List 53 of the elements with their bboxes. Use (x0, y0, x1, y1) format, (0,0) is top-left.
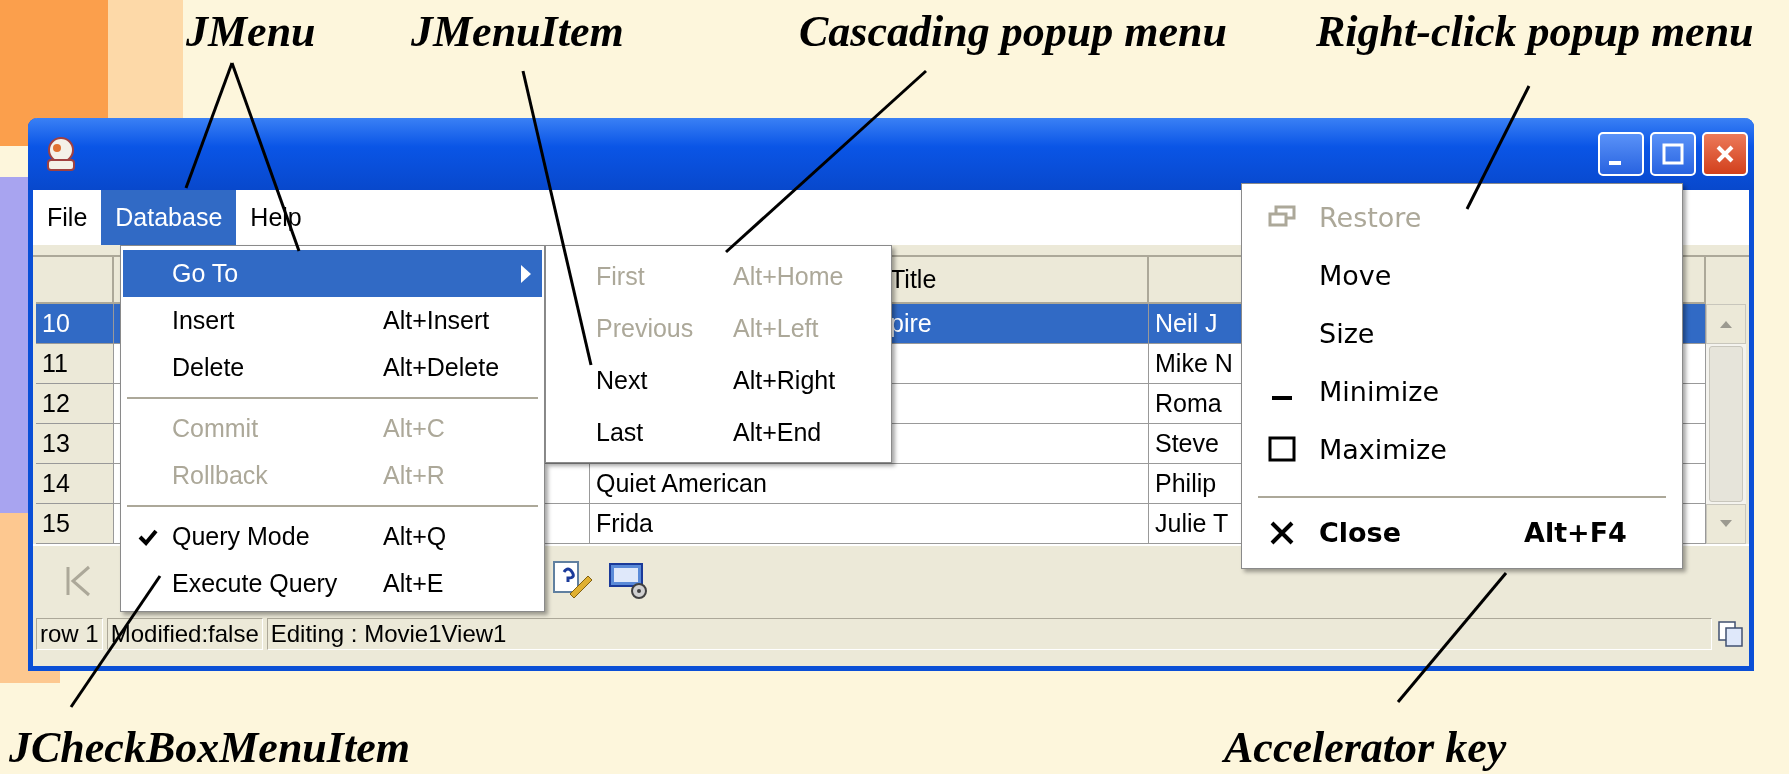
shortcut-text: Alt+Left (733, 313, 820, 343)
close-button[interactable] (1702, 132, 1748, 176)
menu-item[interactable]: Last Alt+End (548, 406, 889, 458)
menu-item[interactable]: Insert Alt+Insert (123, 297, 542, 344)
maximize-icon (1266, 435, 1297, 463)
annotation-label: Cascading popup menu (799, 10, 1227, 54)
menu-item[interactable]: Go To (123, 250, 542, 297)
row-header[interactable]: 14 (36, 464, 114, 504)
annotation-label: JMenu (186, 10, 316, 54)
row-header[interactable]: 12 (36, 384, 114, 424)
status-text: row 1 (36, 618, 103, 650)
menu-item[interactable]: Move (1244, 246, 1680, 304)
shortcut-text: Alt+R (383, 461, 446, 490)
checkmark-icon (137, 527, 158, 546)
row-header[interactable]: 15 (36, 504, 114, 544)
maximize-button[interactable] (1650, 132, 1696, 176)
submenu-arrow-icon (520, 263, 532, 284)
annotation-label: JCheckBoxMenuItem (9, 726, 410, 770)
table-cell: Frida (590, 504, 1149, 544)
down-arrow-icon (1719, 519, 1733, 529)
toolbar-button[interactable] (553, 561, 593, 601)
menu[interactable]: File (33, 190, 102, 245)
shortcut-text: Alt+Delete (383, 353, 501, 382)
row-header[interactable]: 10 (36, 304, 114, 344)
scrollbar-thumb[interactable] (1709, 346, 1743, 502)
shortcut-text: Alt+Insert (383, 306, 491, 335)
table-cell: pire (890, 309, 932, 338)
column-header[interactable]: Title (890, 265, 937, 294)
shortcut-text: Alt+Home (733, 261, 845, 291)
maximize-icon (1661, 142, 1685, 166)
shortcut-text: Alt+E (383, 569, 445, 598)
minimize-icon (1271, 396, 1292, 400)
menu-item[interactable]: Next Alt+Right (548, 354, 889, 406)
document-pencil-icon (553, 561, 593, 599)
shortcut-text: Alt+End (733, 417, 823, 447)
table-cell: Quiet American (590, 464, 1149, 504)
menu[interactable]: Database (101, 190, 237, 245)
documents-icon (1716, 619, 1746, 649)
minimize-icon (1609, 161, 1621, 165)
menu-item[interactable]: Query Mode Alt+Q (123, 513, 542, 560)
annotation-label: JMenuItem (411, 10, 624, 54)
annotation-label: Right-click popup menu (1316, 10, 1754, 54)
close-icon (1714, 143, 1736, 165)
shortcut-text: Alt+C (383, 414, 446, 443)
shortcut-text: Alt+Q (383, 522, 448, 551)
shortcut-text: Alt+Right (733, 365, 837, 395)
status-text: Editing : Movie1View1 (266, 618, 1712, 650)
up-arrow-icon (1719, 319, 1733, 329)
menu-item[interactable]: Execute Query Alt+E (123, 560, 542, 607)
row-header[interactable]: 11 (36, 344, 114, 384)
minimize-button[interactable] (1598, 132, 1644, 176)
row-header[interactable]: 13 (36, 424, 114, 464)
menu-item[interactable]: Delete Alt+Delete (123, 344, 542, 391)
